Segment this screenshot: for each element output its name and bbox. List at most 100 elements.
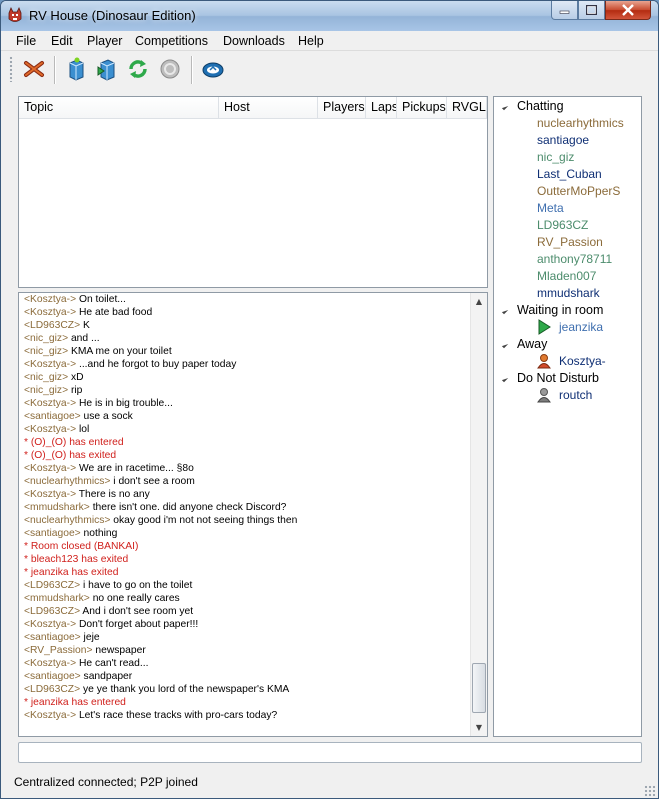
chat-nick[interactable]: <nuclearhythmics> bbox=[24, 515, 110, 526]
chat-line: * jeanzika has exited bbox=[24, 566, 472, 579]
chat-message-text: rip bbox=[68, 385, 83, 396]
host-button[interactable] bbox=[63, 55, 89, 83]
toolbar-grip[interactable] bbox=[9, 56, 13, 82]
column-pickups[interactable]: Pickups bbox=[397, 97, 447, 118]
chat-nick[interactable]: <Kosztya-> bbox=[24, 359, 76, 370]
chat-nick[interactable]: <Kosztya-> bbox=[24, 619, 76, 630]
chat-nick[interactable]: <LD963CZ> bbox=[24, 606, 80, 617]
user-list-item[interactable]: anthony78711 bbox=[537, 251, 612, 268]
user-list-item[interactable]: routch bbox=[559, 387, 592, 404]
chat-line: <nic_giz> and ... bbox=[24, 332, 472, 345]
chat-nick[interactable]: <nic_giz> bbox=[24, 346, 68, 357]
user-group-header[interactable]: Waiting in room bbox=[494, 302, 641, 319]
title-bar[interactable]: RV House (Dinosaur Edition) bbox=[1, 1, 658, 31]
chat-message-text: no one really cares bbox=[89, 593, 180, 604]
join-button[interactable] bbox=[94, 55, 120, 83]
user-list-item[interactable]: Kosztya- bbox=[559, 353, 606, 370]
expand-triangle-icon[interactable] bbox=[499, 339, 509, 349]
exit-button[interactable] bbox=[21, 55, 47, 83]
chat-nick[interactable]: <Kosztya-> bbox=[24, 489, 76, 500]
chat-nick[interactable]: <santiagoe> bbox=[24, 632, 81, 643]
chat-nick[interactable]: <Kosztya-> bbox=[24, 710, 76, 721]
chat-line: <nic_giz> KMA me on your toilet bbox=[24, 345, 472, 358]
chat-nick[interactable]: <nic_giz> bbox=[24, 372, 68, 383]
user-group-header[interactable]: Chatting bbox=[494, 98, 641, 115]
menu-downloads[interactable]: Downloads bbox=[223, 33, 285, 49]
chat-nick[interactable]: <Kosztya-> bbox=[24, 658, 76, 669]
refresh-button[interactable] bbox=[125, 55, 151, 83]
column-host[interactable]: Host bbox=[219, 97, 318, 118]
menu-player[interactable]: Player bbox=[87, 33, 122, 49]
connection-button[interactable] bbox=[200, 55, 226, 83]
user-list-item[interactable]: Mladen007 bbox=[537, 268, 596, 285]
chat-line: <LD963CZ> i have to go on the toilet bbox=[24, 579, 472, 592]
user-group-header[interactable]: Do Not Disturb bbox=[494, 370, 641, 387]
system-message: * jeanzika has exited bbox=[24, 567, 119, 578]
chat-nick[interactable]: <mmudshark> bbox=[24, 502, 90, 513]
chat-line: <Kosztya-> There is no any bbox=[24, 488, 472, 501]
chat-nick[interactable]: <nuclearhythmics> bbox=[24, 476, 110, 487]
chat-line: <nic_giz> xD bbox=[24, 371, 472, 384]
connection-icon bbox=[202, 62, 224, 78]
close-button[interactable] bbox=[605, 1, 651, 20]
user-group-header[interactable]: Away bbox=[494, 336, 641, 353]
chat-scrollbar[interactable]: ▲ ▼ bbox=[470, 293, 487, 736]
scroll-up-arrow[interactable]: ▲ bbox=[471, 293, 487, 310]
expand-triangle-icon[interactable] bbox=[499, 101, 509, 111]
user-list-item[interactable]: RV_Passion bbox=[537, 234, 603, 251]
chat-nick[interactable]: <Kosztya-> bbox=[24, 294, 76, 305]
chat-line: * Room closed (BANKAI) bbox=[24, 540, 472, 553]
chat-nick[interactable]: <LD963CZ> bbox=[24, 684, 80, 695]
chat-line: <LD963CZ> And i don't see room yet bbox=[24, 605, 472, 618]
chat-nick[interactable]: <LD963CZ> bbox=[24, 320, 80, 331]
scroll-thumb[interactable] bbox=[472, 663, 486, 713]
user-list-item[interactable]: LD963CZ bbox=[537, 217, 588, 234]
chat-nick[interactable]: <Kosztya-> bbox=[24, 424, 76, 435]
user-list-item[interactable]: Last_Cuban bbox=[537, 166, 602, 183]
chat-nick[interactable]: <nic_giz> bbox=[24, 333, 68, 344]
chat-input[interactable] bbox=[18, 742, 642, 763]
chat-nick[interactable]: <santiagoe> bbox=[24, 411, 81, 422]
maximize-button[interactable] bbox=[578, 1, 605, 20]
resize-grip[interactable] bbox=[644, 785, 656, 797]
menu-file[interactable]: File bbox=[16, 33, 36, 49]
column-laps[interactable]: Laps bbox=[366, 97, 397, 118]
menu-help[interactable]: Help bbox=[298, 33, 324, 49]
chat-nick[interactable]: <santiagoe> bbox=[24, 671, 81, 682]
stop-button[interactable] bbox=[157, 55, 183, 83]
column-topic[interactable]: Topic bbox=[19, 97, 219, 118]
user-list-item[interactable]: santiagoe bbox=[537, 132, 589, 149]
column-players[interactable]: Players bbox=[318, 97, 366, 118]
chat-nick[interactable]: <RV_Passion> bbox=[24, 645, 93, 656]
user-list-item[interactable]: OutterMoPperS bbox=[537, 183, 620, 200]
user-list[interactable]: Chatting nuclearhythmics santiagoe nic_giz L… bbox=[493, 96, 642, 737]
room-list[interactable]: Topic Host Players Laps Pickups RVGL bbox=[18, 96, 488, 288]
minimize-button[interactable] bbox=[551, 1, 578, 20]
column-rvgl[interactable]: RVGL bbox=[447, 97, 487, 118]
chat-nick[interactable]: <nic_giz> bbox=[24, 385, 68, 396]
chat-nick[interactable]: <mmudshark> bbox=[24, 593, 90, 604]
expand-triangle-icon[interactable] bbox=[499, 305, 509, 315]
chat-nick[interactable]: <Kosztya-> bbox=[24, 463, 76, 474]
chat-message-text: i have to go on the toilet bbox=[80, 580, 193, 591]
chat-line: <mmudshark> no one really cares bbox=[24, 592, 472, 605]
menu-competitions[interactable]: Competitions bbox=[135, 33, 208, 49]
user-list-item[interactable]: mmudshark bbox=[537, 285, 600, 302]
menu-edit[interactable]: Edit bbox=[51, 33, 73, 49]
expand-triangle-icon[interactable] bbox=[499, 373, 509, 383]
system-message: * (O)_(O) has exited bbox=[24, 450, 117, 461]
chat-nick[interactable]: <Kosztya-> bbox=[24, 398, 76, 409]
user-list-item[interactable]: jeanzika bbox=[559, 319, 603, 336]
scroll-down-arrow[interactable]: ▼ bbox=[471, 719, 487, 736]
chat-message-text: KMA me on your toilet bbox=[68, 346, 172, 357]
system-message: * (O)_(O) has entered bbox=[24, 437, 124, 448]
minimize-icon bbox=[559, 10, 570, 14]
chat-log[interactable]: <Kosztya-> On toilet... <Kosztya-> He ate… bbox=[18, 292, 488, 737]
user-list-item[interactable]: nuclearhythmics bbox=[537, 115, 624, 132]
user-list-item[interactable]: Meta bbox=[537, 200, 564, 217]
chat-nick[interactable]: <LD963CZ> bbox=[24, 580, 80, 591]
chat-nick[interactable]: <Kosztya-> bbox=[24, 307, 76, 318]
user-list-item[interactable]: nic_giz bbox=[537, 149, 574, 166]
chat-nick[interactable]: <santiagoe> bbox=[24, 528, 81, 539]
user-group-label: Do Not Disturb bbox=[517, 371, 599, 385]
